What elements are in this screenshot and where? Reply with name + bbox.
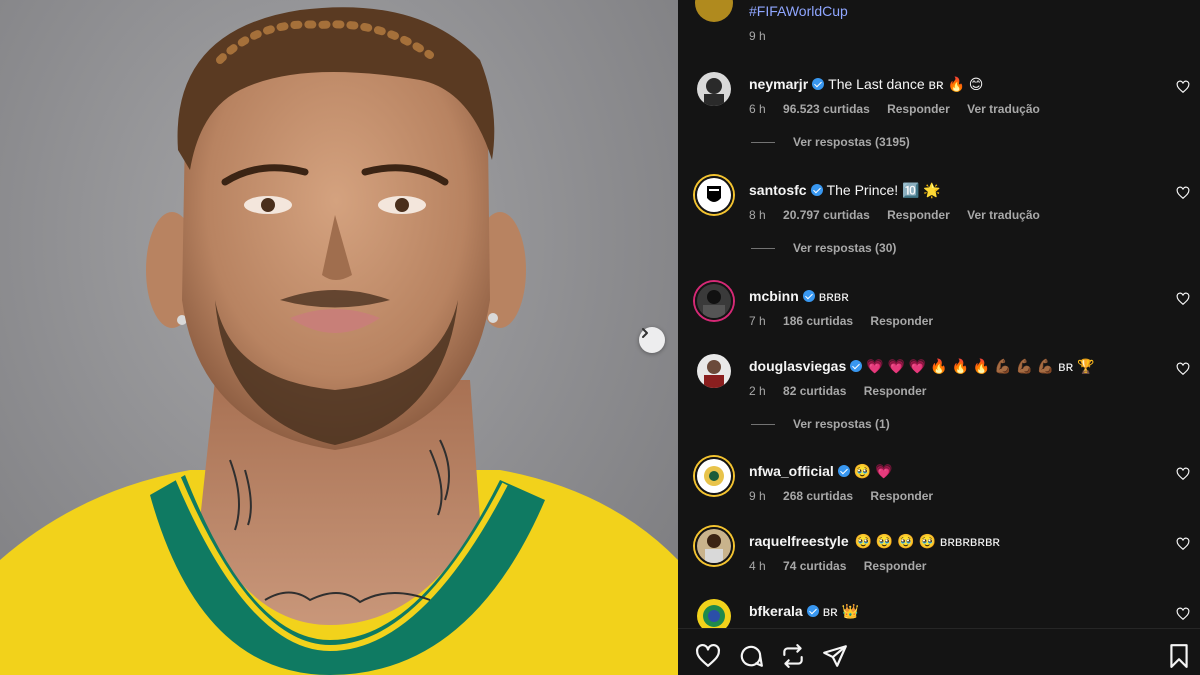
- verified-badge-icon: [850, 360, 863, 372]
- translate-button[interactable]: Ver tradução: [967, 102, 1040, 116]
- reply-button[interactable]: Responder: [887, 102, 950, 116]
- comment-time: 6 h: [749, 102, 766, 116]
- like-comment-heart-icon[interactable]: [1176, 186, 1190, 200]
- comments-panel: #FIFAWorldCup 9 h neymarjr The Last dance…: [678, 0, 1200, 675]
- comment-text: 🥹 🥹 🥹 🥹 ʙʀʙʀʙʀʙʀ: [854, 533, 1000, 549]
- bookmark-icon[interactable]: [1166, 643, 1192, 669]
- reply-button[interactable]: Responder: [887, 208, 950, 222]
- reply-button[interactable]: Responder: [870, 489, 933, 503]
- view-replies-button[interactable]: Ver respostas (3195): [751, 135, 910, 149]
- reply-button[interactable]: Responder: [864, 384, 927, 398]
- like-comment-heart-icon[interactable]: [1176, 537, 1190, 551]
- caption-hashtag[interactable]: #FIFAWorldCup: [749, 3, 848, 19]
- verified-badge-icon: [806, 605, 819, 617]
- post-media[interactable]: [0, 0, 678, 675]
- next-media-button[interactable]: [639, 327, 665, 353]
- avatar[interactable]: [695, 282, 733, 320]
- avatar[interactable]: [695, 70, 733, 108]
- verified-badge-icon: [810, 184, 823, 196]
- reply-button[interactable]: Responder: [870, 314, 933, 328]
- view-replies-label: Ver respostas (30): [793, 241, 897, 255]
- comment-time: 7 h: [749, 314, 766, 328]
- caption-time: 9 h: [749, 29, 766, 43]
- comment-text: ʙʀ 👑: [822, 603, 860, 619]
- comment-likes[interactable]: 20.797 curtidas: [783, 208, 870, 222]
- translate-button[interactable]: Ver tradução: [967, 208, 1040, 222]
- comment-time: 8 h: [749, 208, 766, 222]
- comment-item: nfwa_official 🥹 💗 9 h 268 curtidas Respon…: [678, 457, 1200, 517]
- comment-likes[interactable]: 268 curtidas: [783, 489, 853, 503]
- view-replies-button[interactable]: Ver respostas (1): [751, 417, 890, 431]
- avatar[interactable]: [695, 176, 733, 214]
- heart-icon[interactable]: [695, 643, 721, 669]
- like-comment-heart-icon[interactable]: [1176, 607, 1190, 621]
- comment-likes[interactable]: 96.523 curtidas: [783, 102, 870, 116]
- comment-text: 🥹 💗: [853, 463, 893, 479]
- comment-item: santosfc The Prince! 🔟 🌟 8 h 20.797 curti…: [678, 176, 1200, 236]
- avatar[interactable]: [695, 597, 733, 628]
- comment-username[interactable]: mcbinn: [749, 288, 799, 304]
- post-photo: [0, 7, 678, 675]
- view-replies-label: Ver respostas (3195): [793, 135, 910, 149]
- share-icon[interactable]: [780, 643, 806, 669]
- chevron-right-icon: [642, 328, 648, 338]
- like-comment-heart-icon[interactable]: [1176, 362, 1190, 376]
- comment-icon[interactable]: [738, 643, 764, 669]
- verified-badge-icon: [837, 465, 850, 477]
- comment-username[interactable]: nfwa_official: [749, 463, 834, 479]
- comment-text: 💗 💗 💗 🔥 🔥 🔥 💪🏾 💪🏾 💪🏾 ʙʀ 🏆: [866, 358, 1095, 374]
- comment-item: mcbinn ʙʀʙʀ 7 h 186 curtidas Responder: [678, 282, 1200, 342]
- avatar[interactable]: [695, 457, 733, 495]
- comment-username[interactable]: bfkerala: [749, 603, 803, 619]
- like-comment-heart-icon[interactable]: [1176, 292, 1190, 306]
- comment-text: The Prince! 🔟 🌟: [826, 182, 941, 198]
- comment-text: The Last dance ʙʀ 🔥 😊: [828, 76, 984, 92]
- post-action-bar: [678, 628, 1200, 675]
- send-icon[interactable]: [822, 643, 848, 669]
- comment-item: raquelfreestyle 🥹 🥹 🥹 🥹 ʙʀʙʀʙʀʙʀ 4 h 74 c…: [678, 527, 1200, 587]
- comment-text: ʙʀʙʀ: [818, 288, 849, 304]
- comment-time: 4 h: [749, 559, 766, 573]
- like-comment-heart-icon[interactable]: [1176, 80, 1190, 94]
- comment-likes[interactable]: 74 curtidas: [783, 559, 846, 573]
- caption-avatar[interactable]: [695, 0, 733, 22]
- comment-item: douglasviegas 💗 💗 💗 🔥 🔥 🔥 💪🏾 💪🏾 💪🏾 ʙʀ 🏆 2…: [678, 352, 1200, 412]
- comments-list[interactable]: #FIFAWorldCup 9 h neymarjr The Last dance…: [678, 0, 1200, 628]
- avatar[interactable]: [695, 352, 733, 390]
- comment-username[interactable]: neymarjr: [749, 76, 808, 92]
- comment-time: 9 h: [749, 489, 766, 503]
- view-replies-button[interactable]: Ver respostas (30): [751, 241, 896, 255]
- comment-item: bfkerala ʙʀ 👑: [678, 597, 1200, 628]
- comment-likes[interactable]: 186 curtidas: [783, 314, 853, 328]
- comment-item: neymarjr The Last dance ʙʀ 🔥 😊 6 h 96.523…: [678, 70, 1200, 130]
- avatar[interactable]: [695, 527, 733, 565]
- verified-badge-icon: [812, 78, 825, 90]
- comment-username[interactable]: santosfc: [749, 182, 807, 198]
- comment-time: 2 h: [749, 384, 766, 398]
- view-replies-label: Ver respostas (1): [793, 417, 890, 431]
- comment-username[interactable]: raquelfreestyle: [749, 533, 849, 549]
- comment-likes[interactable]: 82 curtidas: [783, 384, 846, 398]
- verified-badge-icon: [802, 290, 815, 302]
- comment-username[interactable]: douglasviegas: [749, 358, 846, 374]
- reply-button[interactable]: Responder: [864, 559, 927, 573]
- like-comment-heart-icon[interactable]: [1176, 467, 1190, 481]
